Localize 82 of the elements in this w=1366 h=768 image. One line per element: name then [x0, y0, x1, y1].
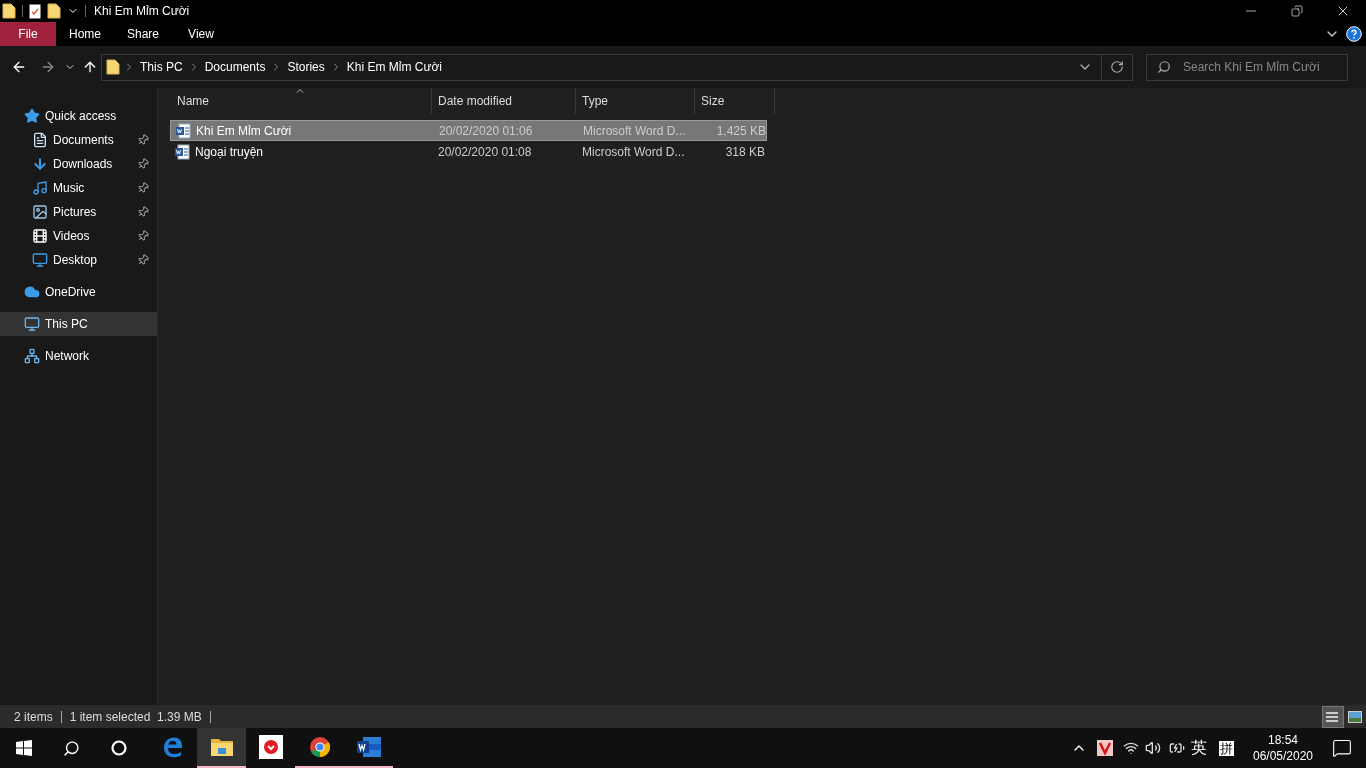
download-icon: [32, 156, 48, 172]
sidebar-item[interactable]: Quick access: [0, 104, 157, 128]
word-document-icon: [174, 143, 190, 160]
start-icon[interactable]: [16, 740, 32, 756]
item-count: 2 items: [14, 708, 53, 726]
document-icon: [32, 132, 48, 148]
star-icon: [24, 108, 40, 124]
picture-icon: [32, 204, 48, 220]
column-header[interactable]: Type: [576, 88, 695, 114]
search-input[interactable]: Search Khi Em Mỉm Cười: [1183, 58, 1347, 76]
type-cell-text: Microsoft Word D...: [582, 122, 687, 140]
type-cell-text: Microsoft Word D...: [581, 143, 686, 161]
folder-icon: [106, 59, 120, 75]
clock-time: 18:54: [1268, 732, 1298, 748]
file-name: Ngoại truyện: [195, 143, 264, 161]
ime-indicator[interactable]: 拼: [1219, 740, 1234, 756]
refresh-icon[interactable]: [1110, 60, 1124, 74]
breadcrumb-item[interactable]: Documents: [202, 58, 268, 76]
word-icon: [355, 736, 382, 758]
file-row[interactable]: Khi Em Mỉm Cười 20/02/2020 01:06 Microsoft Word D... 1,425 KB: [170, 120, 767, 141]
properties-icon[interactable]: [29, 3, 41, 19]
column-header[interactable]: Name: [170, 88, 432, 114]
input-mode-indicator[interactable]: 英: [1191, 736, 1207, 760]
forward-button[interactable]: [40, 59, 56, 75]
music-note-icon: [32, 180, 48, 196]
date-cell-text: 20/02/2020 01:06: [438, 122, 534, 140]
breadcrumb-item[interactable]: Khi Em Mỉm Cười: [344, 58, 444, 76]
date-cell-text: 20/02/2020 01:08: [437, 143, 533, 161]
back-button[interactable]: [11, 59, 27, 75]
network-icon: [24, 348, 40, 364]
cloud-icon: [24, 284, 40, 300]
sidebar-item[interactable]: Downloads: [0, 152, 157, 176]
column-header[interactable]: Size: [695, 88, 775, 114]
notifications-icon[interactable]: [1332, 738, 1352, 758]
ribbon-tab[interactable]: View: [172, 22, 230, 46]
wifi-icon[interactable]: [1123, 740, 1139, 756]
volume-icon[interactable]: [1145, 740, 1161, 756]
size-cell-text: 318 KB: [724, 143, 765, 161]
restore-icon[interactable]: [1291, 5, 1303, 17]
file-name: Khi Em Mỉm Cười: [196, 122, 292, 140]
word-document-icon: [175, 122, 191, 139]
circle-icon[interactable]: [111, 740, 127, 756]
sidebar-item[interactable]: Desktop: [0, 248, 157, 272]
sidebar-item[interactable]: Documents: [0, 128, 157, 152]
folder-icon: [209, 737, 234, 757]
sidebar-item[interactable]: Network: [0, 344, 157, 368]
selection-info: 1 item selected 1.39 MB: [69, 708, 202, 726]
up-button[interactable]: [82, 59, 98, 75]
clock[interactable]: 18:54 06/05/2020: [1248, 732, 1318, 764]
browser-e-icon: [161, 736, 184, 758]
search-field[interactable]: Search Khi Em Mỉm Cười: [1146, 53, 1348, 81]
file-row[interactable]: Ngoại truyện 20/02/2020 01:08 Microsoft Word D... 318 KB: [170, 141, 767, 162]
column-header[interactable]: Date modified: [432, 88, 576, 114]
thumbnail-view-icon[interactable]: [1348, 710, 1362, 723]
sidebar-item[interactable]: Pictures: [0, 200, 157, 224]
chrome-icon: [308, 736, 331, 758]
ribbon-tab[interactable]: Share: [114, 22, 172, 46]
computer-icon: [24, 316, 40, 332]
sidebar-item[interactable]: Videos: [0, 224, 157, 248]
taskbar-app-button[interactable]: [197, 728, 246, 768]
sidebar-item[interactable]: Music: [0, 176, 157, 200]
ribbon-tab[interactable]: Home: [56, 22, 114, 46]
details-view-button[interactable]: [1322, 705, 1344, 728]
address-bar[interactable]: This PC Documents Stories Khi Em Mỉm Cười: [101, 53, 1133, 81]
desktop-icon: [32, 252, 48, 268]
sidebar-item[interactable]: This PC: [0, 312, 157, 336]
size-cell-text: 1,425 KB: [715, 122, 766, 140]
breadcrumb-item[interactable]: Stories: [285, 58, 327, 76]
v-letter-tray-icon[interactable]: [1097, 740, 1113, 756]
window-title: Khi Em Mỉm Cười: [94, 3, 190, 20]
help-icon[interactable]: [1346, 26, 1362, 42]
search-icon: [1157, 60, 1171, 74]
new-folder-icon: [47, 3, 61, 19]
breadcrumb-item[interactable]: This PC: [138, 58, 185, 76]
app-icon: [258, 735, 283, 759]
folder-icon: [2, 3, 16, 19]
search-icon[interactable]: [63, 739, 80, 757]
ribbon-tab[interactable]: File: [0, 22, 56, 46]
battery-icon[interactable]: [1167, 740, 1187, 756]
film-icon: [32, 228, 48, 244]
clock-date: 06/05/2020: [1252, 748, 1314, 764]
sidebar-item[interactable]: OneDrive: [0, 280, 157, 304]
